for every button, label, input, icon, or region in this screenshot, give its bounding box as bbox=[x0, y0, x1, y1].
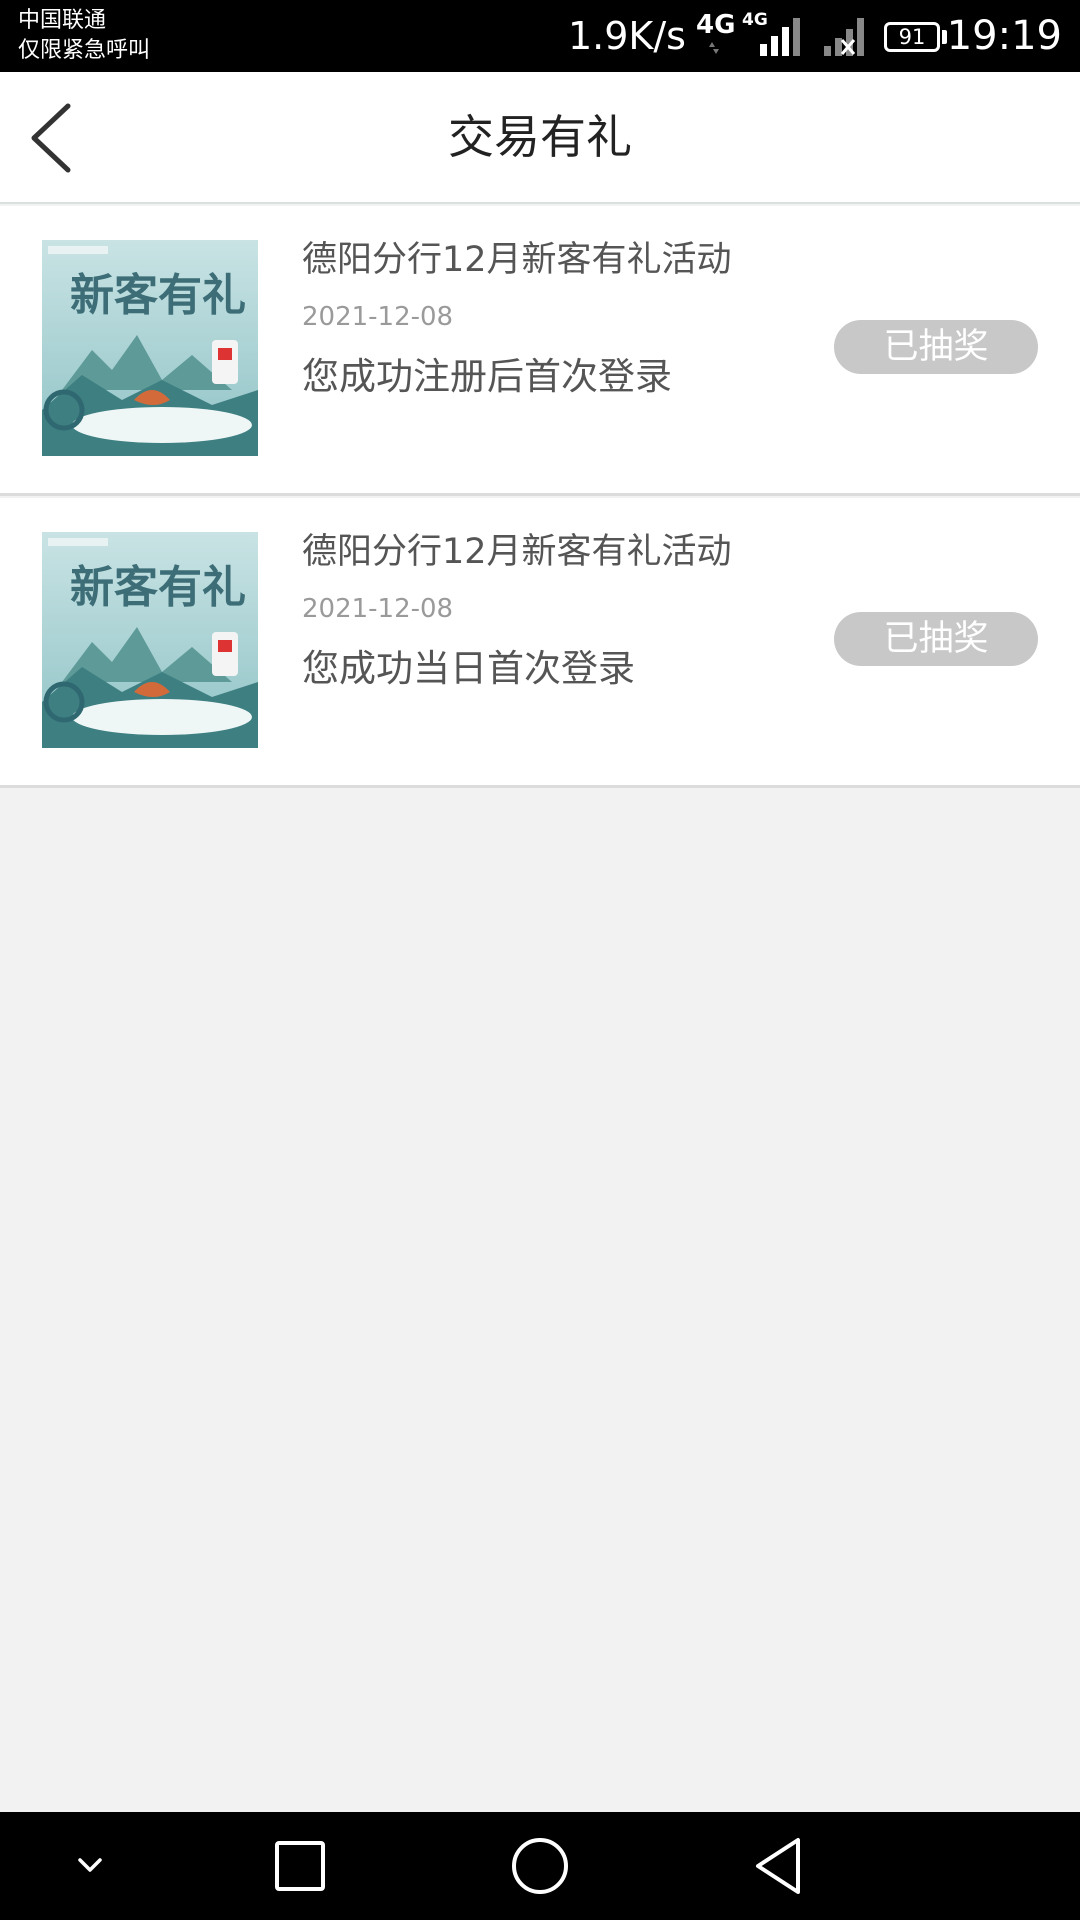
signal-no-service-icon bbox=[824, 18, 864, 56]
activity-title: 德阳分行12月新客有礼活动 bbox=[302, 240, 732, 280]
carrier-emergency-only: 仅限紧急呼叫 bbox=[18, 38, 151, 63]
home-icon bbox=[512, 1838, 568, 1894]
activity-item[interactable]: 新客有礼 德阳分行12月新客有礼活动 2021-12-08 您成功注册后首次登录… bbox=[0, 206, 1080, 496]
activity-title: 德阳分行12月新客有礼活动 bbox=[302, 532, 732, 572]
status-time: 19:19 bbox=[946, 13, 1062, 59]
chevron-left-icon bbox=[31, 103, 71, 173]
svg-text:新客有礼: 新客有礼 bbox=[70, 271, 246, 320]
signal-bars-icon bbox=[760, 18, 800, 56]
activity-date: 2021-12-08 bbox=[302, 302, 454, 332]
carrier-info: 中国联通 仅限紧急呼叫 bbox=[18, 6, 150, 66]
data-arrows-icon bbox=[709, 42, 719, 54]
collapse-icon bbox=[78, 1858, 102, 1872]
activity-thumbnail: 新客有礼 bbox=[42, 240, 258, 456]
activity-description: 您成功注册后首次登录 bbox=[302, 355, 672, 398]
recent-apps-icon bbox=[275, 1841, 325, 1891]
carrier-name: 中国联通 bbox=[18, 8, 107, 33]
activity-list: 新客有礼 德阳分行12月新客有礼活动 2021-12-08 您成功注册后首次登录… bbox=[0, 206, 1080, 790]
battery-icon: 91 bbox=[884, 22, 940, 52]
recent-apps-button[interactable] bbox=[240, 1812, 360, 1920]
activity-date: 2021-12-08 bbox=[302, 594, 454, 624]
nav-back-button[interactable] bbox=[720, 1812, 840, 1920]
page-title: 交易有礼 bbox=[448, 110, 632, 164]
back-button[interactable] bbox=[22, 98, 92, 178]
status-badge[interactable]: 已抽奖 bbox=[834, 612, 1038, 666]
network-type-label: 4G bbox=[696, 10, 736, 40]
header: 交易有礼 bbox=[0, 72, 1080, 204]
status-badge[interactable]: 已抽奖 bbox=[834, 320, 1038, 374]
back-icon bbox=[756, 1838, 800, 1894]
navigation-bar bbox=[0, 1812, 1080, 1920]
svg-text:新客有礼: 新客有礼 bbox=[70, 563, 246, 612]
activity-item[interactable]: 新客有礼 德阳分行12月新客有礼活动 2021-12-08 您成功当日首次登录 … bbox=[0, 498, 1080, 788]
home-button[interactable] bbox=[480, 1812, 600, 1920]
screen: 中国联通 仅限紧急呼叫 1.9K/s 4G 4G 91 19:19 交易有礼 新… bbox=[0, 0, 1080, 1920]
status-bar: 中国联通 仅限紧急呼叫 1.9K/s 4G 4G 91 19:19 bbox=[0, 0, 1080, 72]
activity-description: 您成功当日首次登录 bbox=[302, 647, 635, 690]
network-speed: 1.9K/s bbox=[568, 14, 686, 58]
collapse-button[interactable] bbox=[30, 1812, 150, 1920]
activity-thumbnail: 新客有礼 bbox=[42, 532, 258, 748]
